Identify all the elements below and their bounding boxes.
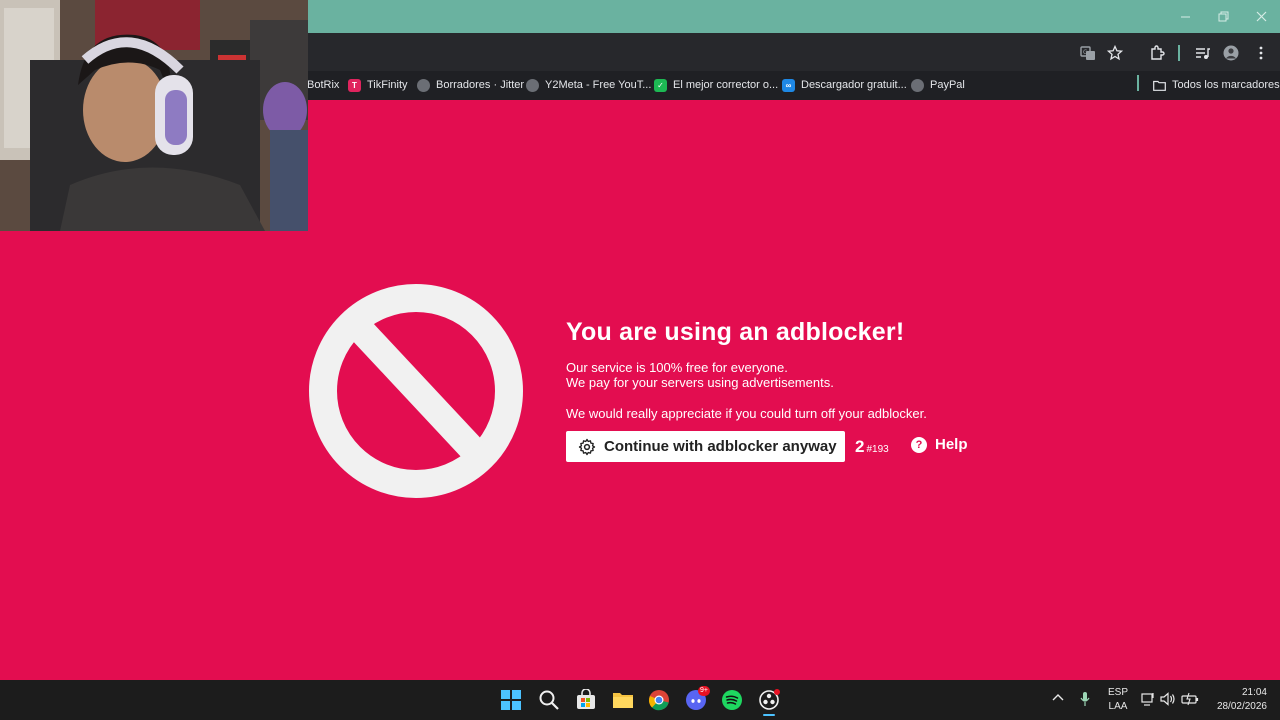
- bookmark-botrix[interactable]: BotRix: [307, 76, 339, 94]
- bookmark-descargador[interactable]: ∞ Descargador gratuit...: [782, 76, 907, 94]
- help-label: Help: [935, 436, 968, 453]
- no-entry-icon: [309, 284, 523, 498]
- battery-icon[interactable]: [1181, 692, 1199, 709]
- message-line-1: Our service is 100% free for everyone.: [566, 360, 788, 375]
- spotify-icon[interactable]: [720, 688, 744, 712]
- clock-time: 21:04: [1241, 687, 1267, 698]
- help-icon: ?: [911, 436, 927, 453]
- continue-button-label: Continue with adblocker anyway: [604, 438, 837, 455]
- bookmark-paypal[interactable]: PayPal: [911, 76, 965, 94]
- bookmark-star-icon[interactable]: [1106, 44, 1124, 62]
- volume-icon[interactable]: [1160, 692, 1176, 709]
- close-button[interactable]: [1242, 0, 1280, 33]
- infinity-icon: ∞: [782, 78, 795, 92]
- bookmark-y2meta[interactable]: Y2Meta - Free YouT...: [526, 76, 651, 94]
- bookmark-label: TikFinity: [367, 79, 408, 91]
- microsoft-store-icon[interactable]: [574, 688, 598, 712]
- language-code: ESP: [1108, 687, 1129, 698]
- system-clock[interactable]: 21:04 28/02/2026: [1205, 686, 1267, 714]
- microphone-icon[interactable]: [1080, 691, 1090, 710]
- bookmark-label: Y2Meta - Free YouT...: [545, 79, 652, 91]
- network-icon[interactable]: [1141, 692, 1156, 709]
- help-link[interactable]: ? Help: [911, 436, 968, 453]
- message-line-3: We would really appreciate if you could …: [566, 406, 927, 421]
- globe-icon: [526, 78, 539, 92]
- profile-avatar-icon[interactable]: [1222, 44, 1240, 62]
- minimize-button[interactable]: [1166, 0, 1204, 33]
- globe-icon: [911, 78, 924, 92]
- search-icon[interactable]: [537, 688, 561, 712]
- keyboard-layout: LAA: [1108, 701, 1128, 712]
- media-control-icon[interactable]: [1193, 44, 1211, 62]
- bookmark-label: PayPal: [930, 79, 965, 91]
- translate-icon[interactable]: G: [1079, 44, 1097, 62]
- folder-icon: [1153, 80, 1166, 91]
- counter-id: #193: [866, 444, 889, 455]
- discord-badge: 9+: [698, 686, 710, 696]
- file-explorer-icon[interactable]: [611, 688, 635, 712]
- window-controls: [1166, 0, 1280, 33]
- browser-menu-icon[interactable]: [1252, 44, 1270, 62]
- gear-icon: [578, 438, 596, 455]
- bookmark-label: El mejor corrector o...: [673, 79, 779, 91]
- all-bookmarks-folder[interactable]: Todos los marcadores: [1153, 76, 1280, 94]
- toolbar-separator: [1178, 45, 1180, 61]
- bookmark-tikfinity[interactable]: T TikFinity: [348, 76, 408, 94]
- webcam-overlay: [0, 0, 308, 231]
- bookmark-label: BotRix: [307, 79, 340, 91]
- globe-icon: [417, 78, 430, 92]
- continue-with-adblocker-button[interactable]: Continue with adblocker anyway: [566, 431, 845, 462]
- chrome-icon[interactable]: [647, 688, 671, 712]
- bookmark-corrector[interactable]: ✓ El mejor corrector o...: [654, 76, 778, 94]
- clock-date: 28/02/2026: [1216, 701, 1267, 712]
- attempt-counter: 2 #193: [855, 437, 889, 457]
- tikfinity-icon: T: [348, 78, 361, 92]
- bookmark-label: Descargador gratuit...: [801, 79, 907, 91]
- active-app-indicator: [763, 714, 775, 716]
- tray-overflow-chevron-icon[interactable]: [1052, 693, 1064, 704]
- bookmarks-separator: [1137, 75, 1139, 91]
- bookmark-label: Borradores · Jitter: [436, 79, 525, 91]
- svg-text:G: G: [1083, 49, 1088, 56]
- corrector-icon: ✓: [654, 78, 667, 92]
- bookmark-jitter[interactable]: Borradores · Jitter: [417, 76, 524, 94]
- restore-button[interactable]: [1204, 0, 1242, 33]
- all-bookmarks-label: Todos los marcadores: [1172, 79, 1280, 91]
- language-indicator[interactable]: ESP LAA: [1108, 686, 1128, 714]
- windows-start-icon[interactable]: [499, 688, 523, 712]
- obs-icon[interactable]: [757, 688, 781, 712]
- extensions-icon[interactable]: [1148, 44, 1166, 62]
- page-title: You are using an adblocker!: [566, 318, 905, 346]
- counter-value: 2: [855, 437, 865, 456]
- message-line-2: We pay for your servers using advertisem…: [566, 375, 834, 390]
